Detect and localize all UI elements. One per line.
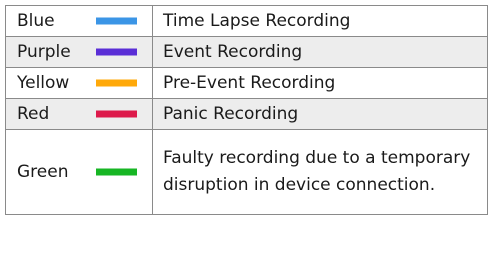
color-name: Green <box>17 162 69 182</box>
recording-type-description: Pre-Event Recording <box>152 67 488 99</box>
color-name: Red <box>17 104 50 124</box>
color-name: Yellow <box>17 73 70 93</box>
recording-type-description: Time Lapse Recording <box>152 5 488 37</box>
recording-type-description: Event Recording <box>152 36 488 68</box>
color-cell: Blue <box>5 5 153 37</box>
recording-type-description: Panic Recording <box>152 98 488 130</box>
green-color-swatch <box>96 168 137 176</box>
recording-color-legend-table: Blue Time Lapse Recording Purple Event R… <box>5 5 488 215</box>
legend-row-yellow: Yellow Pre-Event Recording <box>5 67 488 99</box>
yellow-color-swatch <box>96 79 137 87</box>
color-cell: Green <box>5 129 153 215</box>
red-color-swatch <box>96 110 137 118</box>
legend-row-purple: Purple Event Recording <box>5 36 488 68</box>
purple-color-swatch <box>96 48 137 56</box>
legend-row-red: Red Panic Recording <box>5 98 488 130</box>
color-name: Blue <box>17 11 55 31</box>
color-cell: Red <box>5 98 153 130</box>
color-cell: Purple <box>5 36 153 68</box>
color-name: Purple <box>17 42 71 62</box>
recording-type-description: Faulty recording due to a temporary disr… <box>152 129 488 215</box>
color-cell: Yellow <box>5 67 153 99</box>
legend-row-green: Green Faulty recording due to a temporar… <box>5 129 488 215</box>
legend-row-blue: Blue Time Lapse Recording <box>5 5 488 37</box>
blue-color-swatch <box>96 17 137 25</box>
